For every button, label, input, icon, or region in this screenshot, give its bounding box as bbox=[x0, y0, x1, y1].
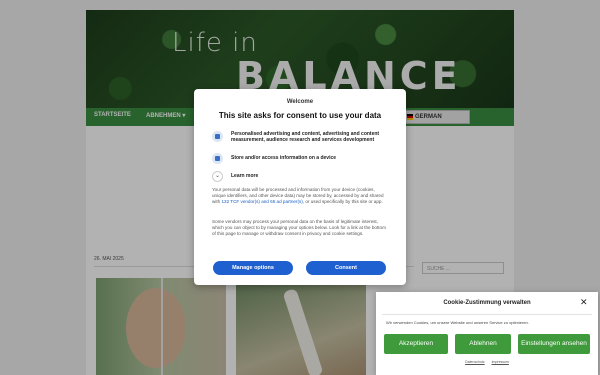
purpose-label: Store and/or access information on a dev… bbox=[231, 155, 337, 161]
vendors-link[interactable]: 132 TCF vendor(s) and 65 ad partner(s) bbox=[221, 199, 302, 204]
cookie-title: Cookie-Zustimmung verwalten bbox=[443, 300, 531, 306]
dialog-welcome: Welcome bbox=[286, 99, 314, 105]
privacy-link[interactable]: Datenschutz bbox=[465, 360, 484, 364]
paragraph-text: , or used specifically by this site or a… bbox=[302, 199, 383, 204]
accept-button[interactable]: Akzeptieren bbox=[384, 334, 448, 354]
cookie-text: Wir verwenden Cookies, um unsere Website… bbox=[386, 320, 529, 325]
divider bbox=[382, 314, 592, 315]
purpose-item: Personalised advertising and content, ad… bbox=[212, 131, 392, 147]
dialog-title: This site asks for consent to use your d… bbox=[218, 111, 382, 120]
consent-paragraph-1: Your personal data will be processed and… bbox=[212, 187, 388, 205]
learn-more-label: Learn more bbox=[231, 173, 259, 179]
consent-paragraph-2: Some vendors may process your personal d… bbox=[212, 219, 386, 236]
consent-button[interactable]: Consent bbox=[306, 261, 386, 275]
manage-options-button[interactable]: Manage options bbox=[213, 261, 293, 275]
cookie-banner: Cookie-Zustimmung verwalten ✕ Wir verwen… bbox=[376, 292, 598, 375]
person-icon bbox=[212, 131, 223, 142]
purpose-item: Store and/or access information on a dev… bbox=[212, 153, 392, 165]
purpose-label: Personalised advertising and content, ad… bbox=[231, 131, 380, 143]
reject-button[interactable]: Ablehnen bbox=[455, 334, 511, 354]
chevron-down-icon: ⌄ bbox=[212, 171, 223, 182]
device-icon bbox=[212, 153, 223, 164]
learn-more-toggle[interactable]: ⌄ Learn more bbox=[212, 171, 392, 183]
close-icon[interactable]: ✕ bbox=[580, 298, 588, 307]
imprint-link[interactable]: Impressum bbox=[492, 360, 509, 364]
cookie-links: Datenschutz Impressum bbox=[376, 360, 598, 364]
consent-dialog: Welcome This site asks for consent to us… bbox=[194, 89, 406, 285]
view-settings-button[interactable]: Einstellungen ansehen bbox=[518, 334, 590, 354]
